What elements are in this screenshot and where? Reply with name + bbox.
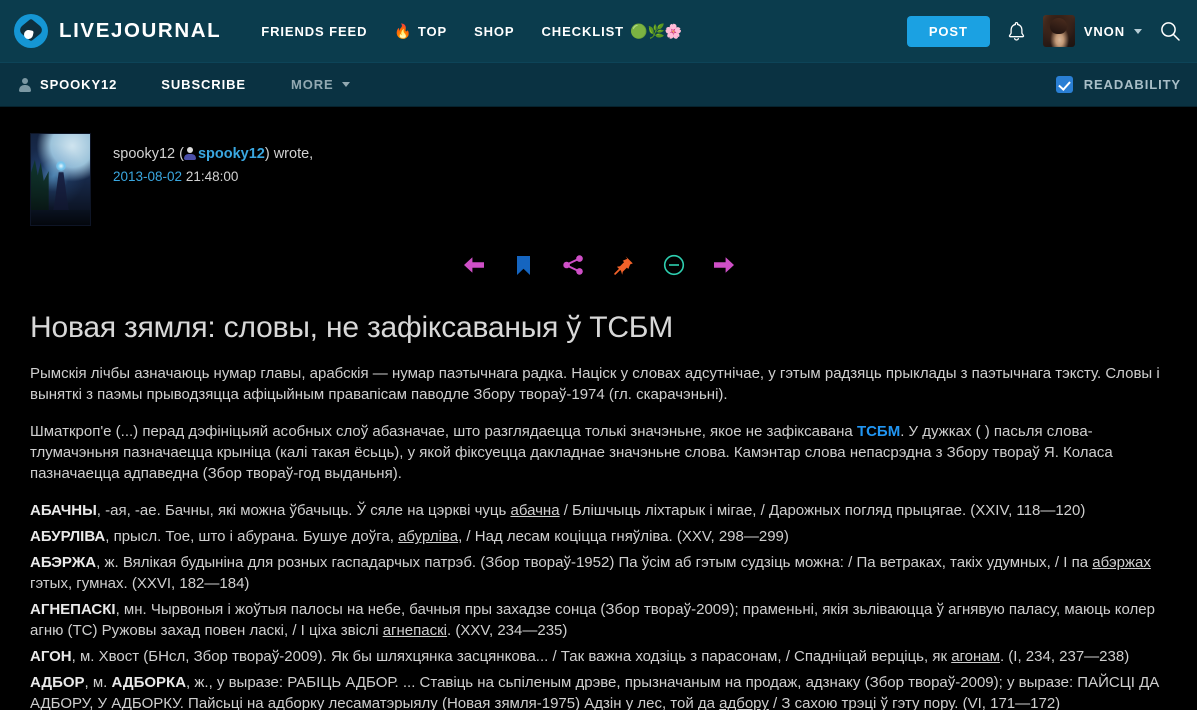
search-icon[interactable] <box>1159 20 1181 42</box>
intro-paragraph-1: Рымскія лічбы азначаюць нумар главы, ара… <box>30 365 1160 404</box>
avatar <box>1042 15 1075 47</box>
post-button[interactable]: POST <box>906 15 990 47</box>
chevron-down-icon <box>341 82 350 87</box>
headword: АДБОР <box>30 674 85 692</box>
entry-text-before: , прысл. Тое, што і абурана. Бушуе доўга… <box>105 528 399 546</box>
intro-paragraph-2: Шматкроп'е (...) перад дэфініцыяй асобны… <box>30 421 1167 484</box>
readability-checkbox[interactable] <box>1055 76 1073 93</box>
nav-friends-feed[interactable]: FRIENDS FEED <box>261 24 367 39</box>
checklist-emoji-icon: 🟢🌿🌸 <box>630 22 683 39</box>
entry-text-after: гэтых, гумнах. (XXVI, 182—184) <box>30 575 250 593</box>
nav-top-label: TOP <box>417 23 448 39</box>
entry-inline-link[interactable]: адбору <box>719 695 769 710</box>
nav-top[interactable]: 🔥 TOP <box>394 23 447 40</box>
entry-timestamp: 2013-08-02 21:48:00 <box>113 169 313 184</box>
userpic-orb <box>56 161 67 172</box>
nav-checklist-label: CHECKLIST <box>541 23 625 39</box>
entry-inline-link[interactable]: агонам <box>951 648 1000 665</box>
top-nav-right-group: POST VNON <box>906 0 1181 62</box>
dictionary-entry: АДБОР, м. АДБОРКА, ж., у выразе: РАБІЦЬ … <box>30 672 1167 710</box>
share-icon[interactable] <box>559 250 589 280</box>
entry-actions <box>30 250 1167 280</box>
entry-inline-link[interactable]: агнепаскі <box>383 622 447 639</box>
entry-time: 21:48:00 <box>185 169 239 184</box>
author-link[interactable]: spooky12 <box>198 146 265 162</box>
journal-userpic[interactable] <box>30 133 91 226</box>
journal-name-label: SPOOKY12 <box>40 77 118 92</box>
person-icon <box>18 77 31 92</box>
livejournal-logo-icon <box>14 14 48 48</box>
minus-circle-icon[interactable] <box>659 250 689 280</box>
subscribe-button[interactable]: SUBSCRIBE <box>161 77 246 92</box>
entry-inline-link[interactable]: абачна <box>511 502 560 519</box>
livejournal-home-link[interactable]: LIVEJOURNAL <box>14 14 221 48</box>
next-entry-arrow-icon[interactable] <box>709 250 739 280</box>
bell-icon[interactable] <box>1007 21 1026 42</box>
userpic-ground <box>31 210 90 225</box>
user-name-label: VNON <box>1083 23 1125 39</box>
dictionary-entry: АБЭРЖА, ж. Вялікая будыніна для розных г… <box>30 552 1167 594</box>
journal-owner-link[interactable]: SPOOKY12 <box>18 77 117 92</box>
headword: АГОН <box>30 648 72 666</box>
headword: АБАЧНЫ <box>30 502 97 520</box>
headword: АГНЕПАСКІ <box>30 601 116 619</box>
nav-shop-label: SHOP <box>474 23 515 39</box>
entry-text-after: . (I, 234, 237—238) <box>999 648 1130 666</box>
fire-icon: 🔥 <box>394 22 412 39</box>
previous-entry-arrow-icon[interactable] <box>459 250 489 280</box>
bookmark-icon[interactable] <box>509 250 539 280</box>
dictionary-entry: АГОН, м. Хвост (БНсл, Збор твораў-2009).… <box>30 646 1167 667</box>
journal-toolbar: SPOOKY12 SUBSCRIBE MORE READABILITY <box>0 62 1197 107</box>
entry-byline: spooky12 ( spooky12) wrote, <box>113 133 313 165</box>
readability-label: READABILITY <box>1083 77 1181 92</box>
page-title: Новая зямля: словы, не зафіксаваныя ў ТС… <box>30 311 674 344</box>
chevron-down-icon <box>1134 28 1142 34</box>
byline-prefix: spooky12 ( <box>113 146 184 162</box>
byline-suffix: ) wrote, <box>264 146 314 162</box>
entry-text-after: . (XXV, 234—235) <box>447 622 568 640</box>
entry-text-before: , м. Хвост (БНсл, Збор твораў-2009). Як … <box>71 648 952 666</box>
entry-header: spooky12 ( spooky12) wrote, 2013-08-02 21… <box>30 133 1167 226</box>
pin-icon[interactable] <box>609 250 639 280</box>
entry-text-before: , ж. Вялікая будыніна для розных гаспада… <box>96 554 1093 572</box>
tsbm-link[interactable]: ТСБМ <box>857 423 900 440</box>
entry-text-after: , / Над лесам коціцца гняўліва. (XXV, 29… <box>458 528 789 546</box>
nav-checklist[interactable]: CHECKLIST 🟢🌿🌸 <box>542 23 683 40</box>
entry-text-after: / З сахою трэці ў гэту пору. (VI, 171—17… <box>768 695 1061 710</box>
top-navigation-bar: LIVEJOURNAL FRIENDS FEED 🔥 TOP SHOP CHEC… <box>0 0 1197 62</box>
nav-shop[interactable]: SHOP <box>474 24 514 39</box>
dictionary-entry: АГНЕПАСКІ, мн. Чырвоныя і жоўтыя палосы … <box>30 599 1167 641</box>
dictionary-entry: АБУРЛІВА, прысл. Тое, што і абурана. Буш… <box>30 526 1167 547</box>
more-menu-label: MORE <box>290 77 334 92</box>
entry-inline-link[interactable]: абурліва <box>398 528 458 545</box>
entry-text-before: , мн. Чырвоныя і жоўтыя палосы на небе, … <box>30 601 1155 640</box>
entry-text-after: / Блішчыць ліхтарык і мігае, / Дарожных … <box>559 502 1086 520</box>
headword: АБЭРЖА <box>30 554 97 572</box>
dictionary-entry: АБАЧНЫ, -ая, -ае. Бачны, які можна ўбачы… <box>30 500 1167 521</box>
user-menu[interactable]: VNON <box>1042 15 1142 47</box>
entry-body: Рымскія лічбы азначаюць нумар главы, ара… <box>30 363 1167 710</box>
intro-2-before: Шматкроп'е (...) перад дэфініцыяй асобны… <box>30 423 857 441</box>
livejournal-wordmark: LIVEJOURNAL <box>59 19 222 42</box>
entry-date[interactable]: 2013-08-02 <box>113 169 182 184</box>
main-nav: FRIENDS FEED 🔥 TOP SHOP CHECKLIST 🟢🌿🌸 <box>261 23 682 40</box>
headword: АБУРЛІВА <box>30 528 106 546</box>
entry-text-before: , -ая, -ае. Бачны, які можна ўбачыць. Ў … <box>96 502 511 520</box>
entry-inline-link[interactable]: абэржах <box>1092 554 1151 571</box>
nav-friends-feed-label: FRIENDS FEED <box>261 23 368 39</box>
user-badge-icon <box>184 147 197 160</box>
readability-toggle[interactable]: READABILITY <box>1055 76 1181 93</box>
entry-byline-block: spooky12 ( spooky12) wrote, 2013-08-02 21… <box>113 133 313 184</box>
headword-secondary: АДБОРКА <box>111 674 187 692</box>
entry-container: spooky12 ( spooky12) wrote, 2013-08-02 21… <box>0 107 1197 710</box>
entry-text-mid: , м. <box>84 674 112 692</box>
more-menu[interactable]: MORE <box>291 77 350 92</box>
